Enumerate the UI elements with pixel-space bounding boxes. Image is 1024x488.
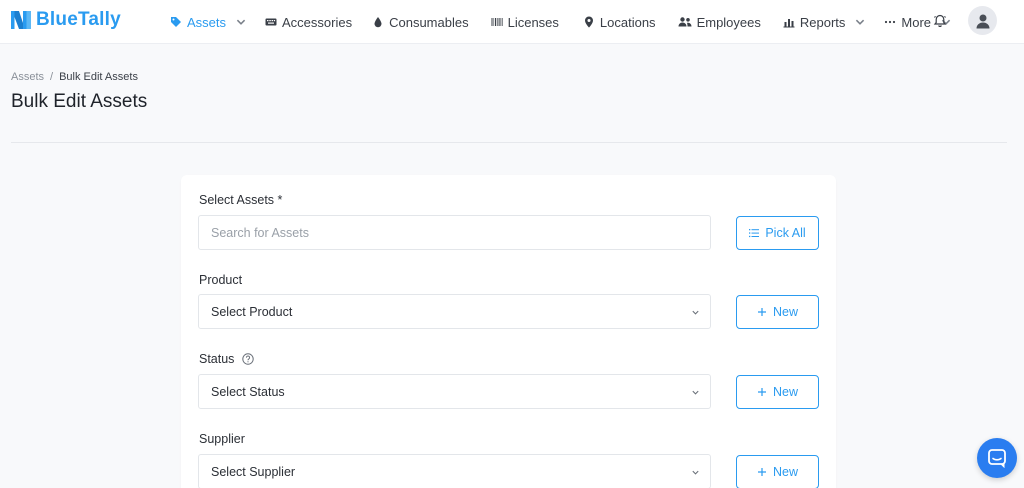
nav-label-reports: Reports	[799, 14, 846, 30]
tag-icon	[171, 17, 181, 27]
asset-search-input[interactable]: Search for Assets	[198, 215, 711, 250]
breadcrumb-separator: /	[50, 71, 54, 83]
select-assets-label: Select Assets *	[199, 193, 282, 207]
user-avatar-icon	[976, 14, 989, 28]
pick-all-label: Pick All	[765, 226, 806, 240]
new-product-button[interactable]: New	[736, 295, 819, 329]
user-avatar[interactable]	[968, 6, 997, 35]
breadcrumb: Assets / Bulk Edit Assets	[11, 71, 138, 83]
list-icon	[749, 229, 760, 238]
nav-item-licenses[interactable]: Licenses	[491, 0, 559, 44]
ellipsis-icon	[885, 20, 896, 24]
main-nav: Assets Accessories Consumables Licenses …	[170, 0, 952, 44]
bluetally-logo-icon	[11, 11, 31, 29]
nav-item-accessories[interactable]: Accessories	[265, 0, 352, 44]
status-label: Status	[199, 352, 255, 366]
breadcrumb-root[interactable]: Assets	[11, 71, 44, 83]
nav-label-more: More	[901, 14, 932, 30]
keyboard-icon	[265, 18, 277, 26]
nav-label-consumables: Consumables	[389, 14, 469, 30]
product-label: Product	[199, 273, 242, 287]
status-select-value: Select Status	[211, 384, 285, 399]
chevron-down-icon	[692, 390, 699, 395]
new-supplier-button[interactable]: New	[736, 455, 819, 488]
chevron-down-icon	[692, 470, 699, 475]
nav-item-assets[interactable]: Assets	[170, 0, 247, 44]
plus-icon	[757, 468, 766, 476]
select-assets-label-text: Select Assets *	[199, 193, 283, 207]
users-icon	[678, 17, 692, 27]
supplier-label-text: Supplier	[199, 432, 245, 446]
status-select[interactable]: Select Status	[198, 374, 711, 409]
nav-item-employees[interactable]: Employees	[678, 0, 761, 44]
nav-label-accessories: Accessories	[282, 14, 353, 30]
pick-all-button[interactable]: Pick All	[736, 216, 819, 250]
nav-label-assets: Assets	[187, 14, 227, 30]
plus-icon	[757, 388, 766, 396]
supplier-select[interactable]: Select Supplier	[198, 454, 711, 488]
new-status-label: New	[772, 385, 798, 399]
drop-icon	[374, 17, 382, 28]
map-pin-icon	[584, 16, 593, 28]
nav-item-locations[interactable]: Locations	[583, 0, 656, 44]
chevron-down-icon	[692, 310, 699, 315]
new-status-button[interactable]: New	[736, 375, 819, 409]
product-select[interactable]: Select Product	[198, 294, 711, 329]
nav-label-employees: Employees	[696, 14, 761, 30]
product-label-text: Product	[199, 273, 243, 287]
chat-launcher-button[interactable]	[977, 438, 1017, 478]
nav-item-reports[interactable]: Reports	[783, 0, 867, 44]
app-logo[interactable]: BlueTally	[10, 9, 121, 31]
chat-icon	[988, 449, 1006, 468]
barcode-icon	[491, 18, 503, 26]
bell-icon[interactable]	[933, 14, 947, 28]
page-title: Bulk Edit Assets	[11, 91, 148, 112]
bar-chart-icon	[783, 19, 795, 28]
breadcrumb-current: Bulk Edit Assets	[59, 71, 138, 83]
supplier-label: Supplier	[199, 432, 245, 446]
chevron-down-icon	[236, 19, 246, 25]
bulk-edit-form: Select Assets * Search for Assets Pick A…	[181, 175, 836, 488]
nav-label-locations: Locations	[599, 14, 656, 30]
new-supplier-label: New	[772, 465, 798, 479]
divider	[11, 142, 1007, 143]
asset-search-placeholder: Search for Assets	[211, 225, 309, 240]
nav-item-consumables[interactable]: Consumables	[372, 0, 469, 44]
question-circle-icon[interactable]	[242, 353, 255, 365]
nav-label-licenses: Licenses	[507, 14, 559, 30]
status-label-text: Status	[199, 352, 235, 366]
plus-icon	[757, 308, 766, 316]
supplier-select-value: Select Supplier	[211, 464, 296, 479]
chevron-down-icon	[856, 19, 865, 25]
app-name: BlueTally	[36, 9, 121, 30]
product-select-value: Select Product	[211, 304, 293, 319]
top-navbar: BlueTally Assets Accessories Consumables…	[0, 0, 1024, 44]
new-product-label: New	[772, 305, 798, 319]
